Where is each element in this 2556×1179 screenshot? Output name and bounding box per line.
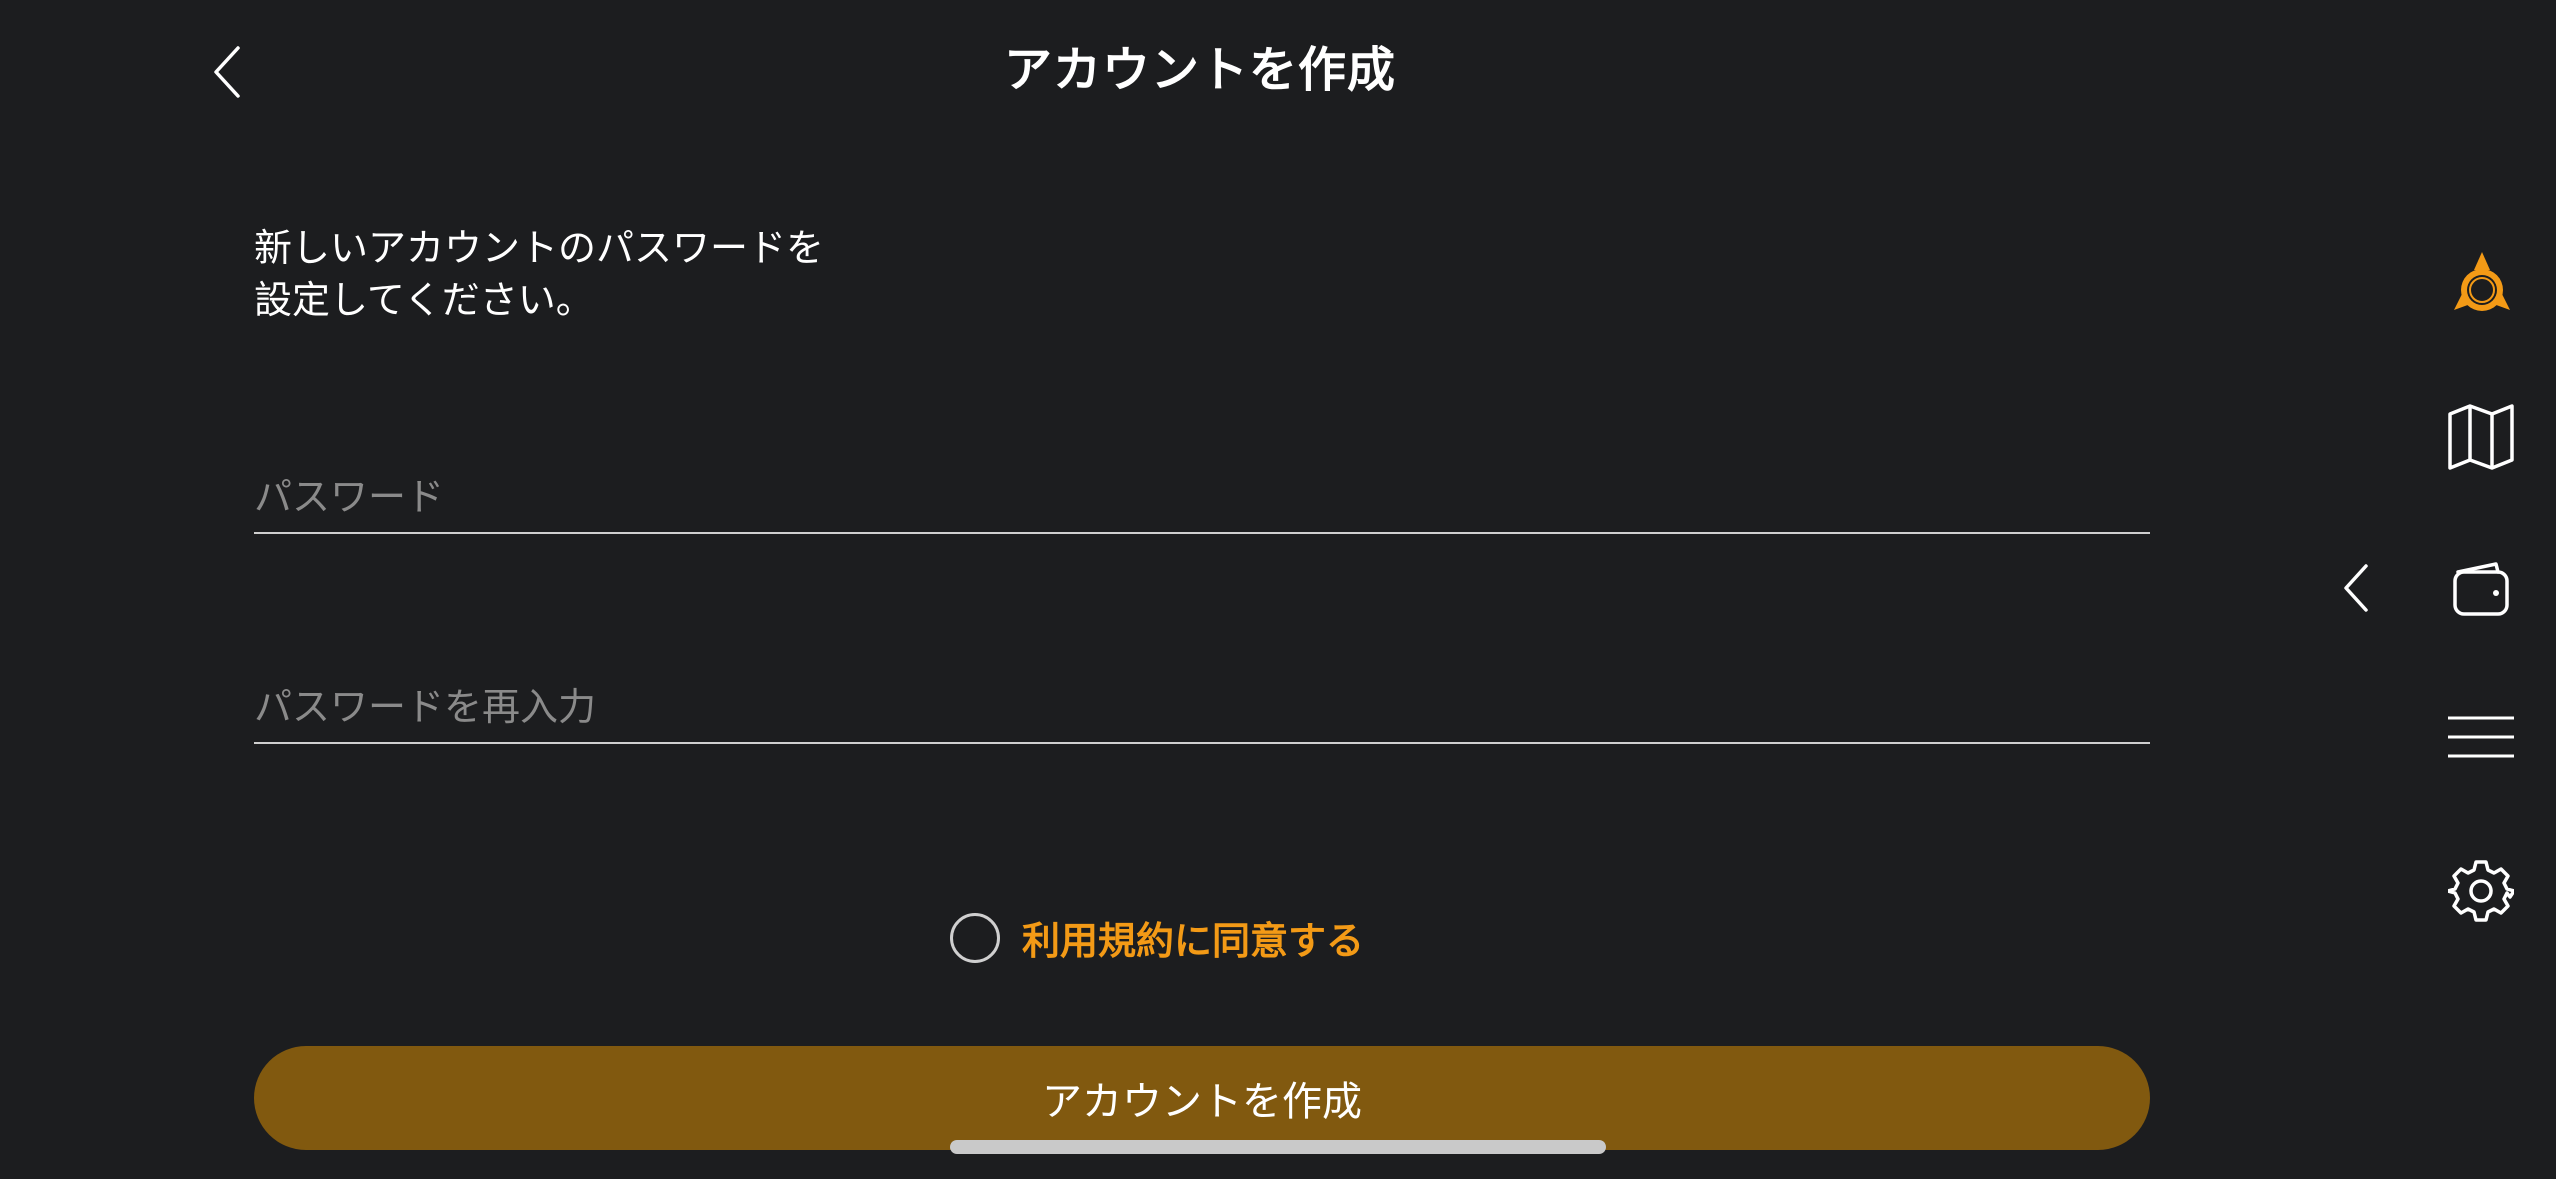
terms-radio[interactable] [950,912,1000,963]
menu-icon [2448,716,2514,758]
wallet-icon [2453,562,2509,616]
sidebar-collapse-button[interactable] [2336,562,2376,614]
instructions-text: 新しいアカウントのパスワードを 設定してください。 [254,222,824,326]
terms-agreement[interactable]: 利用規約に同意する [950,910,1364,965]
sidebar-item-wallet[interactable] [2450,558,2512,620]
logo-icon [2454,252,2510,311]
create-account-screen: アカウントを作成 新しいアカウントのパスワードを 設定してください。 利用規約に… [0,0,2556,1179]
home-indicator [950,1140,1606,1154]
gear-icon [2448,860,2514,922]
map-icon [2448,404,2514,470]
confirm-password-field [254,672,2150,744]
confirm-password-input[interactable] [254,672,2150,742]
instructions-line-1: 新しいアカウントのパスワードを [254,226,825,270]
sidebar-item-settings[interactable] [2448,858,2514,924]
password-input[interactable] [254,462,2150,532]
instructions-line-2: 設定してください。 [254,278,594,322]
sidebar-item-map[interactable] [2446,402,2516,472]
terms-label[interactable]: 利用規約に同意する [1022,910,1364,965]
create-account-button[interactable]: アカウントを作成 [254,1046,2150,1150]
password-field [254,462,2150,534]
page-title: アカウントを作成 [1003,42,1396,98]
chevron-left-icon [2344,564,2368,612]
sidebar-item-logo[interactable] [2450,250,2514,314]
sidebar-item-menu[interactable] [2446,712,2516,762]
